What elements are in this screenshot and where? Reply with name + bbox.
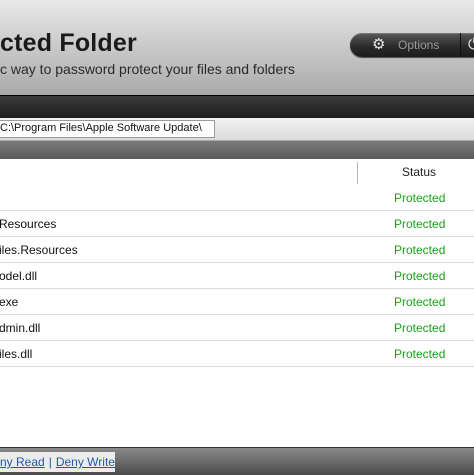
column-divider[interactable] (357, 162, 358, 184)
file-name: exe (0, 295, 19, 309)
table-row[interactable]: Protected (0, 185, 474, 211)
footer-links: ny Read | Deny Write (0, 455, 115, 472)
status-column-header[interactable]: Status (402, 165, 436, 179)
power-icon[interactable]: ⏻ (468, 36, 474, 54)
options-button[interactable]: ⚙ Options ⏻ (350, 33, 474, 57)
status-badge: Protected (394, 217, 446, 231)
list-toolbar (0, 141, 474, 159)
status-badge: Protected (394, 295, 446, 309)
toolbar-strip (0, 95, 474, 119)
table-row[interactable]: iles.dll Protected (0, 341, 474, 367)
file-list: Protected Resources Protected iles.Resou… (0, 185, 474, 367)
file-name: iles.dll (0, 347, 33, 361)
options-label: Options (398, 38, 440, 52)
options-button-main[interactable]: ⚙ Options (350, 33, 461, 57)
path-text: C:\Program Files\Apple Software Update\ (0, 122, 202, 134)
gear-icon: ⚙ (372, 36, 386, 53)
status-badge: Protected (394, 191, 446, 205)
deny-read-link[interactable]: ny Read (0, 455, 45, 469)
link-separator: | (48, 455, 52, 469)
app-title: cted Folder (0, 29, 137, 57)
path-field[interactable]: C:\Program Files\Apple Software Update\ (0, 120, 215, 138)
table-row[interactable]: exe Protected (0, 289, 474, 315)
path-bar: C:\Program Files\Apple Software Update\ (0, 118, 474, 141)
status-badge: Protected (394, 347, 446, 361)
table-row[interactable]: iles.Resources Protected (0, 237, 474, 263)
file-name: iles.Resources (0, 243, 78, 257)
table-header: Status (0, 159, 474, 186)
status-badge: Protected (394, 243, 446, 257)
status-badge: Protected (394, 269, 446, 283)
status-badge: Protected (394, 321, 446, 335)
file-name: Resources (0, 217, 57, 231)
table-row[interactable]: dmin.dll Protected (0, 315, 474, 341)
app-header: cted Folder c way to password protect yo… (0, 0, 474, 95)
table-row[interactable]: Resources Protected (0, 211, 474, 237)
table-row[interactable]: odel.dll Protected (0, 263, 474, 289)
app-subtitle: c way to password protect your files and… (0, 61, 295, 77)
deny-write-link[interactable]: Deny Write (56, 455, 115, 469)
file-name: odel.dll (0, 269, 38, 283)
file-name: dmin.dll (0, 321, 41, 335)
